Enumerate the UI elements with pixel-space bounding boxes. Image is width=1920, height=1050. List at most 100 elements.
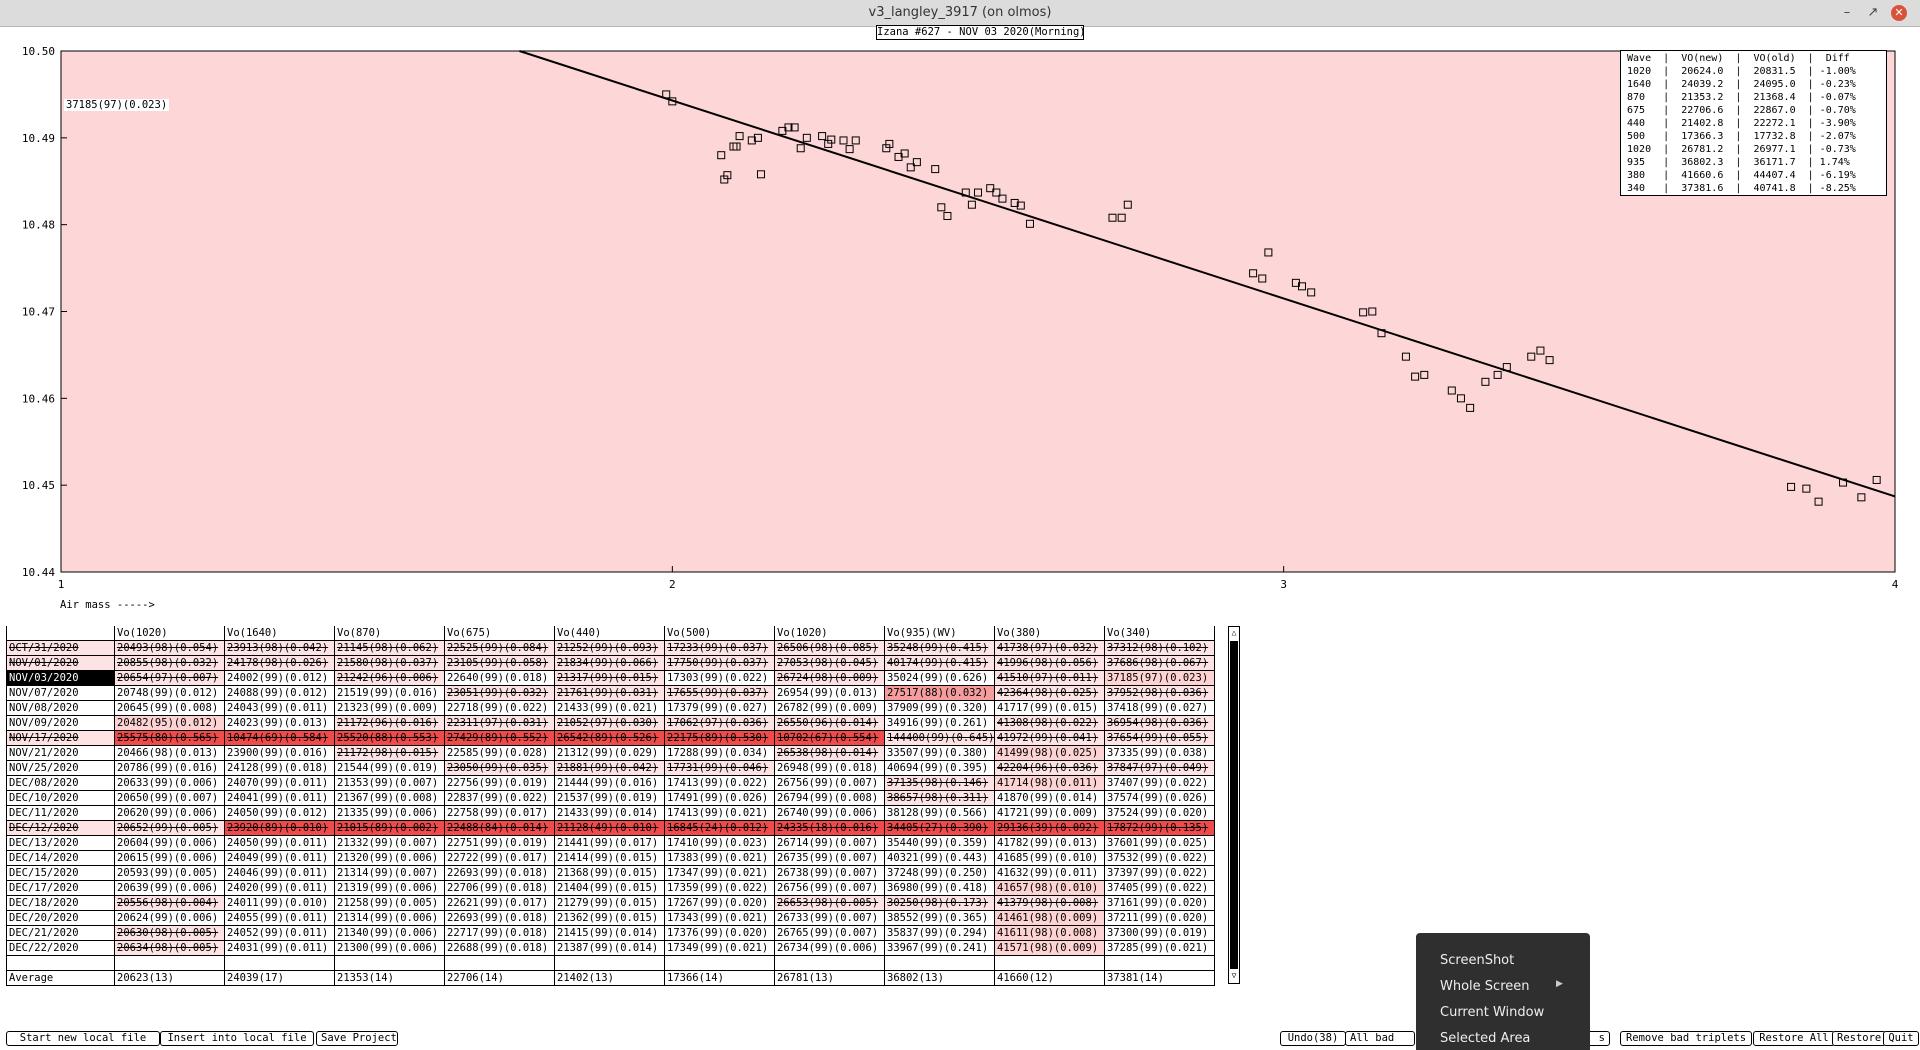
table-cell[interactable]: 38552(99)(0.365) — [885, 911, 995, 926]
table-cell[interactable]: 25575(80)(0.565) — [115, 731, 225, 746]
table-cell[interactable]: 17383(99)(0.021) — [665, 851, 775, 866]
table-cell[interactable]: 16845(24)(0.012) — [665, 821, 775, 836]
table-row-date[interactable]: DEC/21/2020 — [6, 926, 115, 941]
table-cell[interactable]: 37601(99)(0.025) — [1105, 836, 1215, 851]
table-cell[interactable]: 35837(99)(0.294) — [885, 926, 995, 941]
table-cell[interactable]: 41510(97)(0.011) — [995, 671, 1105, 686]
average-cell[interactable]: 21353(14) — [335, 971, 445, 986]
table-cell[interactable]: 21332(99)(0.007) — [335, 836, 445, 851]
all-bad-button[interactable]: All bad — [1345, 1031, 1415, 1046]
table-cell[interactable]: 41685(99)(0.010) — [995, 851, 1105, 866]
table-cell[interactable]: 41308(98)(0.022) — [995, 716, 1105, 731]
table-cell[interactable]: 24049(99)(0.011) — [225, 851, 335, 866]
table-cell[interactable]: 21172(96)(0.016) — [335, 716, 445, 731]
table-cell[interactable]: 10474(69)(0.584) — [225, 731, 335, 746]
table-cell[interactable]: 21834(99)(0.066) — [555, 656, 665, 671]
table-cell[interactable]: 26738(99)(0.007) — [775, 866, 885, 881]
table-cell[interactable]: 17347(99)(0.021) — [665, 866, 775, 881]
table-cell[interactable]: 20652(99)(0.005) — [115, 821, 225, 836]
scroll-down-icon[interactable]: ▽ — [1230, 971, 1238, 981]
table-row-date[interactable]: NOV/25/2020 — [6, 761, 115, 776]
table-cell[interactable]: 37847(97)(0.049) — [1105, 761, 1215, 776]
table-cell[interactable]: 21519(99)(0.016) — [335, 686, 445, 701]
table-cell[interactable]: 144400(99)(0.645) — [885, 731, 995, 746]
table-cell[interactable]: 37161(99)(0.020) — [1105, 896, 1215, 911]
table-cell[interactable]: 17413(99)(0.021) — [665, 806, 775, 821]
table-row-date[interactable]: DEC/10/2020 — [6, 791, 115, 806]
table-cell[interactable]: 24002(99)(0.012) — [225, 671, 335, 686]
table-cell[interactable]: 41782(99)(0.013) — [995, 836, 1105, 851]
table-cell[interactable]: 22717(99)(0.018) — [445, 926, 555, 941]
table-spacer[interactable] — [115, 956, 225, 971]
table-cell[interactable]: 26724(98)(0.009) — [775, 671, 885, 686]
table-cell[interactable]: 21312(99)(0.029) — [555, 746, 665, 761]
table-cell[interactable]: 42364(98)(0.025) — [995, 686, 1105, 701]
table-cell[interactable]: 21015(89)(0.002) — [335, 821, 445, 836]
insert-into-local-file-button[interactable]: Insert into local file — [160, 1031, 314, 1046]
table-row-date[interactable]: DEC/15/2020 — [6, 866, 115, 881]
table-cell[interactable]: 29136(39)(0.092) — [995, 821, 1105, 836]
table-cell[interactable]: 26538(98)(0.014) — [775, 746, 885, 761]
table-header[interactable] — [6, 626, 115, 641]
table-spacer[interactable] — [6, 956, 115, 971]
average-label[interactable]: Average — [6, 971, 115, 986]
table-cell[interactable]: 23920(89)(0.010) — [225, 821, 335, 836]
table-cell[interactable]: 41870(99)(0.014) — [995, 791, 1105, 806]
table-cell[interactable]: 36980(99)(0.418) — [885, 881, 995, 896]
table-cell[interactable]: 27429(89)(0.552) — [445, 731, 555, 746]
table-spacer[interactable] — [335, 956, 445, 971]
table-cell[interactable]: 37952(98)(0.036) — [1105, 686, 1215, 701]
table-cell[interactable]: 26550(96)(0.014) — [775, 716, 885, 731]
table-scrollbar[interactable]: △ ▽ — [1228, 626, 1240, 984]
table-cell[interactable]: 26756(99)(0.007) — [775, 881, 885, 896]
table-cell[interactable]: 42204(96)(0.036) — [995, 761, 1105, 776]
table-row-date[interactable]: NOV/09/2020 — [6, 716, 115, 731]
table-cell[interactable]: 38128(99)(0.566) — [885, 806, 995, 821]
table-cell[interactable]: 21314(99)(0.007) — [335, 866, 445, 881]
table-cell[interactable]: 37300(99)(0.019) — [1105, 926, 1215, 941]
table-cell[interactable]: 21441(99)(0.017) — [555, 836, 665, 851]
table-cell[interactable]: 21323(99)(0.009) — [335, 701, 445, 716]
table-cell[interactable]: 20654(97)(0.007) — [115, 671, 225, 686]
table-cell[interactable]: 23105(99)(0.058) — [445, 656, 555, 671]
table-cell[interactable]: 26794(99)(0.008) — [775, 791, 885, 806]
table-cell[interactable]: 23900(99)(0.016) — [225, 746, 335, 761]
table-cell[interactable]: 24178(98)(0.026) — [225, 656, 335, 671]
table-cell[interactable]: 24020(99)(0.011) — [225, 881, 335, 896]
table-cell[interactable]: 22756(99)(0.019) — [445, 776, 555, 791]
table-cell[interactable]: 21335(99)(0.006) — [335, 806, 445, 821]
table-cell[interactable]: 33507(99)(0.380) — [885, 746, 995, 761]
table-cell[interactable]: 22488(84)(0.014) — [445, 821, 555, 836]
table-cell[interactable]: 24041(99)(0.011) — [225, 791, 335, 806]
table-row-date[interactable]: NOV/17/2020 — [6, 731, 115, 746]
table-cell[interactable]: 21320(99)(0.006) — [335, 851, 445, 866]
table-cell[interactable]: 22175(89)(0.530) — [665, 731, 775, 746]
table-cell[interactable]: 17655(99)(0.037) — [665, 686, 775, 701]
table-cell[interactable]: 36954(98)(0.036) — [1105, 716, 1215, 731]
table-cell[interactable]: 17872(99)(0.135) — [1105, 821, 1215, 836]
table-cell[interactable]: 21404(99)(0.015) — [555, 881, 665, 896]
table-cell[interactable]: 22311(97)(0.031) — [445, 716, 555, 731]
table-cell[interactable]: 41738(97)(0.032) — [995, 641, 1105, 656]
table-cell[interactable]: 37524(99)(0.020) — [1105, 806, 1215, 821]
table-cell[interactable]: 26733(99)(0.007) — [775, 911, 885, 926]
table-cell[interactable]: 20493(98)(0.054) — [115, 641, 225, 656]
table-cell[interactable]: 24070(99)(0.011) — [225, 776, 335, 791]
table-cell[interactable]: 20639(99)(0.006) — [115, 881, 225, 896]
table-cell[interactable]: 17343(99)(0.021) — [665, 911, 775, 926]
start-new-local-file-button[interactable]: Start new local file — [6, 1031, 160, 1046]
table-cell[interactable]: 30250(98)(0.173) — [885, 896, 995, 911]
table-cell[interactable]: 38657(98)(0.311) — [885, 791, 995, 806]
table-cell[interactable]: 21172(98)(0.015) — [335, 746, 445, 761]
table-cell[interactable]: 17376(99)(0.020) — [665, 926, 775, 941]
table-cell[interactable]: 35024(99)(0.626) — [885, 671, 995, 686]
quit-button[interactable]: Quit — [1883, 1031, 1919, 1046]
table-header[interactable]: Vo(675) — [445, 626, 555, 641]
table-cell[interactable]: 21414(99)(0.015) — [555, 851, 665, 866]
table-cell[interactable]: 20786(99)(0.016) — [115, 761, 225, 776]
table-spacer[interactable] — [225, 956, 335, 971]
table-cell[interactable]: 37532(99)(0.022) — [1105, 851, 1215, 866]
table-cell[interactable]: 21314(99)(0.006) — [335, 911, 445, 926]
table-cell[interactable]: 27517(88)(0.032) — [885, 686, 995, 701]
table-header[interactable]: Vo(340) — [1105, 626, 1215, 641]
